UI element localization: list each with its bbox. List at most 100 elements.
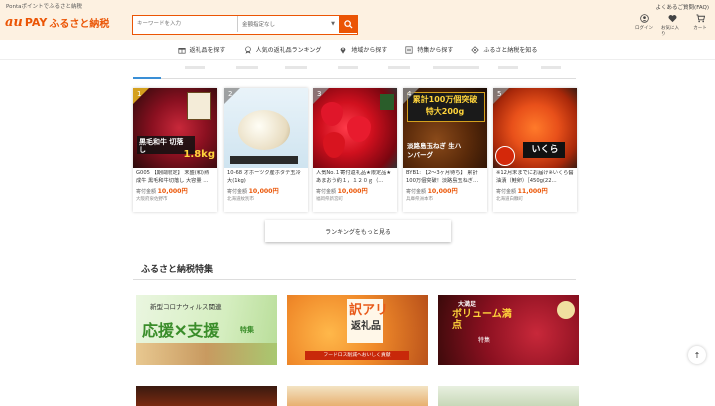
cart-icon: [695, 14, 705, 23]
price-value: 11,000円: [517, 188, 548, 195]
logo-name: ふるさと納税: [49, 18, 110, 30]
product-location: 大阪府泉佐野市: [136, 197, 168, 202]
price-value: 10,000円: [157, 188, 188, 195]
search-bar: 金額指定なし ▼: [132, 15, 358, 35]
product-image: [224, 88, 308, 168]
price-value: 10,000円: [427, 188, 458, 195]
tab[interactable]: [433, 66, 479, 69]
favorites-button[interactable]: お気に入り: [661, 14, 683, 37]
banner-main-text: ボリューム満点: [452, 309, 512, 331]
tab-active-indicator: [133, 77, 161, 79]
product-image: 黒毛和牛 切落し 1.8kg: [133, 88, 217, 168]
product-location: 北海道白糠町: [496, 197, 523, 202]
user-icon: [639, 14, 649, 23]
search-icon: [343, 19, 353, 29]
chevron-down-icon: ▼: [331, 21, 335, 27]
price-value: 10,000円: [337, 188, 368, 195]
product-image-text: 黒毛和牛 切落し: [139, 137, 184, 154]
nav-learn[interactable]: ふるさと納税を知る: [471, 45, 537, 54]
product-image-text: いくら: [531, 145, 559, 155]
ranking-card[interactable]: いくら 5 ※12月末までにお届け※いくら醤油漬（鮭卵）［450g(22… 寄付…: [493, 88, 577, 212]
product-image-badge: 1.8kg: [183, 149, 215, 160]
feature-banner-volume[interactable]: 大満足 ボリューム満点 特集: [438, 295, 579, 365]
amount-select-label: 金額指定なし: [242, 22, 276, 28]
nav-find-gifts[interactable]: 返礼品を探す: [177, 45, 226, 54]
price-label: 寄付金額: [136, 189, 157, 195]
banner-top-text: 訳アリ: [349, 303, 389, 318]
tab[interactable]: [338, 66, 358, 69]
tab[interactable]: [541, 66, 561, 69]
product-price: 寄付金額 10,000円: [136, 186, 214, 195]
feature-banner-wakeari[interactable]: 訳アリ 返礼品 フードロス削減へおいしく貢献: [287, 295, 428, 365]
ranking-tabs: [133, 66, 576, 79]
ranking-card[interactable]: 黒毛和牛 切落し 1.8kg 1 G005 【期間限定】 末盛(和)熟成牛 黒毛…: [133, 88, 217, 212]
ranking-card[interactable]: 3 人気No.１寄付返礼品★限定品★あまおう約１，１２０ｇ（… 寄付金額 10,…: [313, 88, 397, 212]
map-pin-icon: [340, 47, 346, 54]
ranking-card[interactable]: 累計100万個突破 特大200g 淡路島玉ねぎ 生ハンバーグ 4 BYB1: 【…: [403, 88, 487, 212]
feature-banner-support[interactable]: 新型コロナウィルス関連 応援✕支援 特集: [136, 295, 277, 365]
product-location: 北海道紋別市: [227, 197, 254, 202]
banner-sub-text: フードロス削減へおいしく貢献: [305, 351, 409, 360]
product-image: いくら: [493, 88, 577, 168]
product-price: 寄付金額 10,000円: [406, 186, 484, 195]
tab[interactable]: [236, 66, 258, 69]
banner-top-text: 大満足: [458, 301, 477, 308]
price-label: 寄付金額: [316, 189, 337, 195]
product-image-badge: 累計100万個突破 特大200g: [412, 95, 478, 116]
banner-sub-text: 特集: [478, 337, 491, 344]
feature-banner[interactable]: [136, 386, 277, 406]
banner-main-text: 応援✕支援: [142, 321, 220, 340]
price-label: 寄付金額: [227, 189, 248, 195]
product-image: 累計100万個突破 特大200g 淡路島玉ねぎ 生ハンバーグ: [403, 88, 487, 168]
ranking-card[interactable]: 2 10-68 オホーツク産ホタテ玉冷大(1kg) 寄付金額 10,000円 北…: [224, 88, 308, 212]
banner-top-text: 新型コロナウィルス関連: [150, 303, 222, 311]
product-title: BYB1: 【2～3ヶ月待ち】 累計100万個突破！淡路島玉ねぎ…: [406, 170, 479, 184]
banner-sub-text: 特集: [240, 326, 254, 334]
product-location: 福岡県新宮町: [316, 197, 343, 202]
tab[interactable]: [185, 66, 205, 69]
nav-label: 返礼品を探す: [189, 47, 226, 54]
product-title: 10-68 オホーツク産ホタテ玉冷大(1kg): [227, 170, 301, 184]
faq-link[interactable]: よくあるご質問(FAQ): [656, 3, 709, 11]
feature-banner[interactable]: [287, 386, 428, 406]
feature-banner[interactable]: [438, 386, 579, 406]
site-logo[interactable]: au PAY ふるさと納税: [5, 13, 109, 31]
product-price: 寄付金額 10,000円: [316, 186, 394, 195]
login-label: ログイン: [635, 26, 653, 31]
tab[interactable]: [498, 66, 518, 69]
product-price: 寄付金額 11,000円: [496, 186, 574, 195]
product-title: ※12月末までにお届け※いくら醤油漬（鮭卵）［450g(22…: [496, 170, 574, 184]
nav-label: 地域から探す: [351, 47, 388, 54]
info-icon: [471, 45, 480, 54]
site-header: Pontaポイントでふるさと納税 au PAY ふるさと納税 金額指定なし ▼ …: [0, 0, 715, 40]
nav-label: 特集から探す: [417, 47, 454, 54]
amount-select[interactable]: 金額指定なし ▼: [238, 16, 339, 32]
cart-button[interactable]: カート: [689, 14, 711, 37]
ranking-icon: [244, 45, 251, 54]
login-button[interactable]: ログイン: [633, 14, 655, 37]
search-input[interactable]: [133, 16, 238, 32]
nav-feature[interactable]: 特集から探す: [405, 45, 453, 54]
more-ranking-button[interactable]: ランキングをもっと見る: [265, 220, 451, 242]
feature-icon: [405, 45, 413, 54]
logo-pay: PAY: [24, 15, 48, 29]
cart-label: カート: [693, 26, 707, 31]
product-price: 寄付金額 10,000円: [227, 186, 305, 195]
product-image: [313, 88, 397, 168]
nav-label: 人気の返礼品ランキング: [255, 47, 322, 54]
search-button[interactable]: [339, 15, 357, 33]
tab[interactable]: [388, 66, 410, 69]
product-title: 人気No.１寄付返礼品★限定品★あまおう約１，１２０ｇ（…: [316, 170, 391, 184]
product-title: G005 【期間限定】 末盛(和)熟成牛 黒毛和牛切落し 大容量 …: [136, 170, 210, 184]
tab[interactable]: [285, 66, 307, 69]
nav-ranking[interactable]: 人気の返礼品ランキング: [244, 45, 322, 54]
section-divider: [133, 279, 576, 280]
tagline: Pontaポイントでふるさと納税: [6, 4, 82, 10]
nav-label: ふるさと納税を知る: [483, 47, 538, 54]
product-location: 兵庫県洲本市: [406, 197, 433, 202]
nav-region[interactable]: 地域から探す: [339, 45, 387, 54]
price-label: 寄付金額: [406, 189, 427, 195]
price-value: 10,000円: [248, 188, 279, 195]
global-nav: 返礼品を探す 人気の返礼品ランキング 地域から探す 特集から探す ふるさと納税を…: [0, 40, 715, 60]
scroll-to-top-button[interactable]: ↑: [688, 346, 706, 364]
